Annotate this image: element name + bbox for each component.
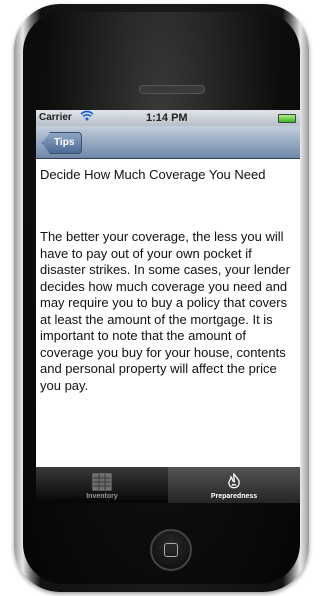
earpiece-speaker bbox=[139, 85, 205, 94]
inventory-icon bbox=[92, 473, 112, 491]
carrier-label: Carrier bbox=[39, 112, 72, 123]
app-screen: Carrier 1:14 PM Tips Decide How Much Cov… bbox=[36, 110, 300, 503]
tab-bar: Inventory Preparedness bbox=[36, 467, 300, 503]
battery-icon bbox=[278, 114, 296, 123]
wifi-icon bbox=[80, 110, 94, 124]
tab-label: Preparedness bbox=[210, 493, 258, 500]
tab-label: Inventory bbox=[86, 493, 118, 500]
flame-icon bbox=[228, 473, 240, 489]
tab-inventory[interactable]: Inventory bbox=[36, 467, 168, 503]
status-time: 1:14 PM bbox=[146, 112, 188, 124]
home-square-icon bbox=[164, 543, 178, 557]
status-bar: Carrier 1:14 PM bbox=[36, 110, 300, 126]
article-body: The better your coverage, the less you w… bbox=[40, 229, 290, 393]
article-content: Decide How Much Coverage You Need The be… bbox=[36, 159, 300, 394]
tab-preparedness[interactable]: Preparedness bbox=[168, 467, 300, 503]
back-button[interactable]: Tips bbox=[42, 132, 83, 154]
article-heading: Decide How Much Coverage You Need bbox=[40, 167, 266, 182]
navigation-bar: Tips bbox=[36, 126, 300, 159]
home-button[interactable] bbox=[150, 529, 192, 571]
